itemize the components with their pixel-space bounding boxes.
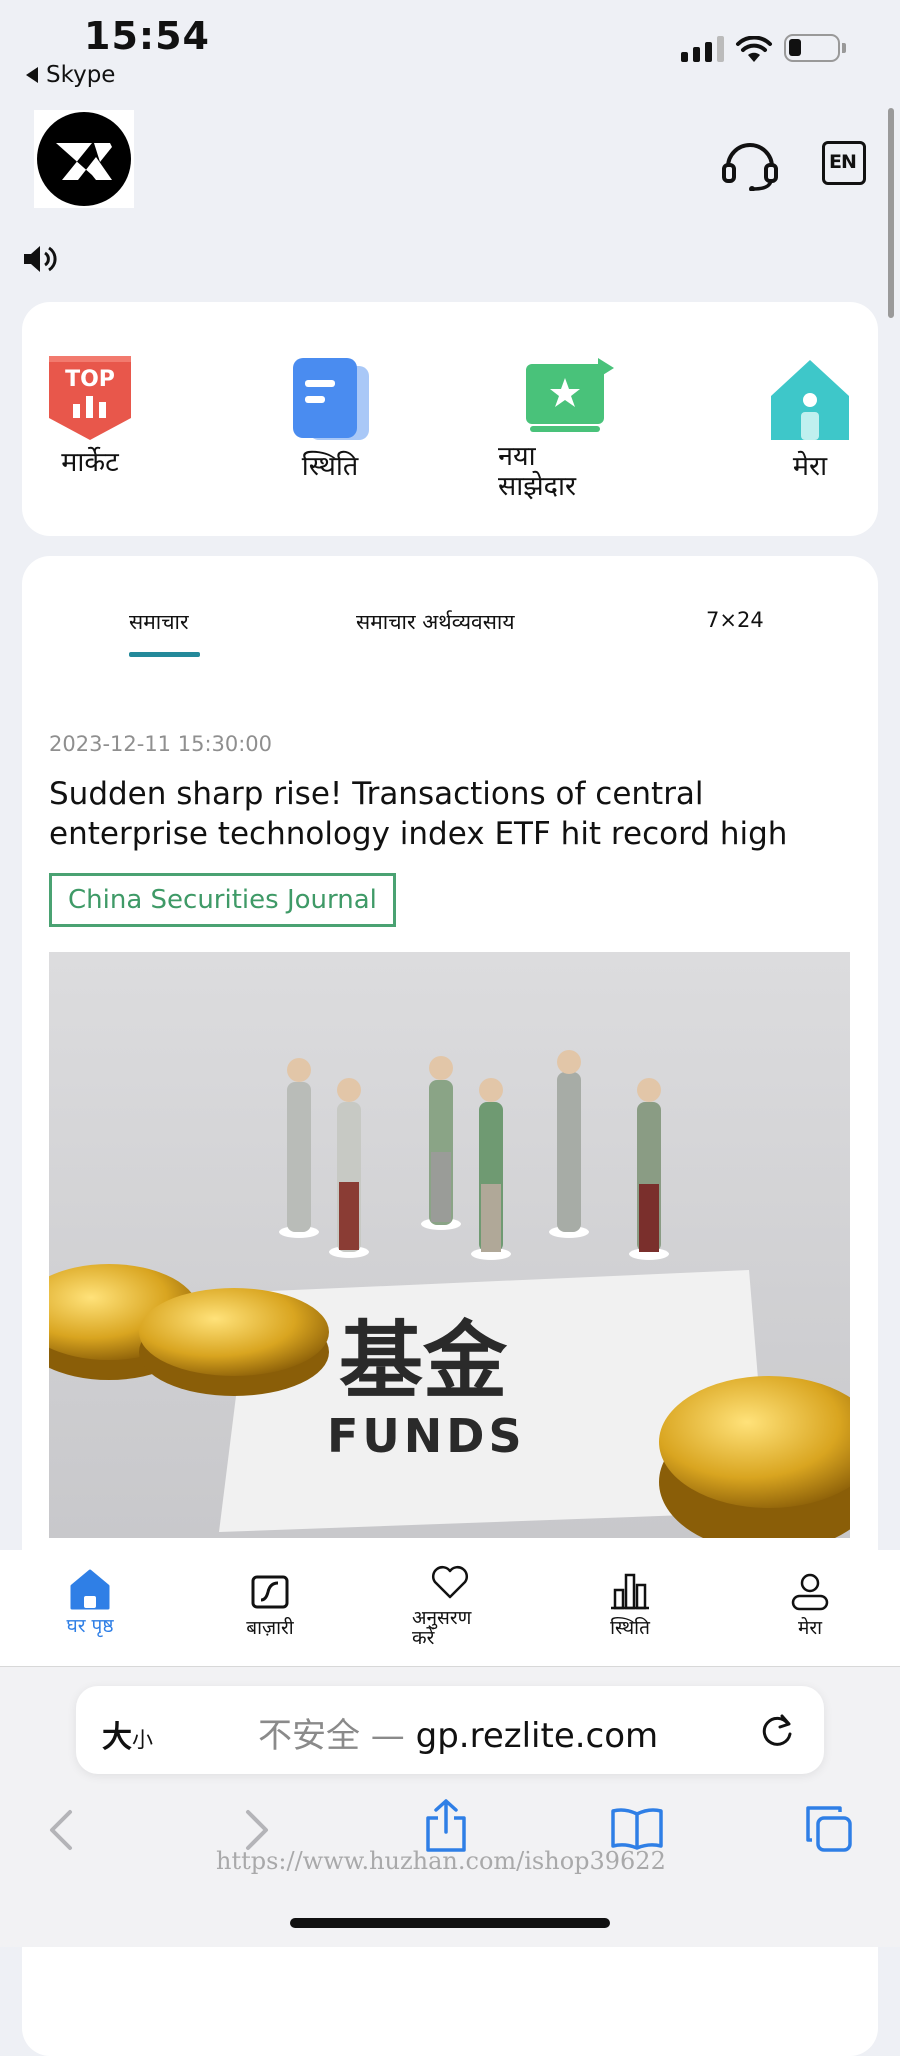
svg-text:TOP: TOP [65,367,115,392]
nav-label: घर पृष्ठ [66,1615,114,1637]
quick-link-mine[interactable]: मेरा [750,356,870,482]
speaker-icon[interactable] [22,244,58,274]
image-caption-cn: 基金 [339,1311,508,1410]
app-logo [34,110,134,208]
bar-chart-icon [611,1573,649,1610]
home-icon [70,1569,110,1610]
insecure-label: 不安全 — [258,1716,405,1756]
quick-link-status[interactable]: स्थिति [270,356,390,482]
news-date: 2023-12-11 15:30:00 [49,732,273,756]
chart-line-icon [251,1575,289,1609]
home-icon [771,360,849,440]
url-domain: gp.rezlite.com [415,1716,659,1756]
back-to-app-link[interactable]: Skype [26,62,115,88]
cellular-signal-icon [681,36,724,62]
news-source-tag: China Securities Journal [49,873,396,927]
news-title[interactable]: Sudden sharp rise! Transactions of centr… [49,774,829,854]
nav-market[interactable]: बाज़ारी [220,1574,320,1638]
nav-follow[interactable]: अनुसरण करें [400,1564,500,1648]
home-indicator[interactable] [290,1918,610,1928]
nav-label: मेरा [797,1617,823,1639]
nav-home[interactable]: घर पृष्ठ [40,1568,140,1636]
quick-link-market[interactable]: TOP मार्केट [30,352,150,478]
star-screen-icon [526,358,614,432]
tabs-icon[interactable] [804,1804,854,1854]
battery-tip [842,43,846,53]
url-display[interactable]: 不安全 — gp.rezlite.com [258,1708,658,1757]
reload-icon[interactable] [758,1712,796,1750]
language-button[interactable]: EN [822,141,866,185]
top-chart-icon: TOP [49,356,131,440]
text-size-small: 小 [132,1728,153,1752]
news-image[interactable]: 基金 FUNDS [49,952,850,1538]
share-icon[interactable] [424,1798,468,1854]
funds-photo: 基金 FUNDS [49,952,850,1538]
watermark-text: https://www.huzhan.com/ishop39622 [216,1847,666,1875]
scroll-indicator[interactable] [888,108,894,318]
nav-mine[interactable]: मेरा [760,1572,860,1638]
image-caption-en: FUNDS [327,1409,526,1463]
status-time: 15:54 [84,14,210,58]
tab-news[interactable]: समाचार [129,608,189,636]
nav-label: अनुसरण करें [412,1607,472,1649]
text-size-button[interactable]: 大小 [102,1712,153,1756]
active-tab-indicator [129,652,200,657]
quick-link-label: मेरा [792,451,828,482]
battery-icon [784,34,840,62]
wifi-icon [736,36,772,62]
quick-link-label: स्थिति [301,451,359,482]
nav-label: बाज़ारी [246,1617,294,1639]
document-icon [293,358,369,440]
quick-link-label: मार्केट [61,447,119,478]
user-icon [791,1573,829,1611]
text-size-big: 大 [102,1720,132,1755]
back-icon[interactable] [46,1808,76,1852]
back-triangle-icon [26,67,38,83]
forward-icon[interactable] [242,1808,272,1852]
nav-label: स्थिति [610,1617,650,1639]
headset-icon[interactable] [722,137,778,191]
language-label: EN [829,151,857,173]
tab-7x24[interactable]: 7×24 [706,608,764,632]
back-app-label: Skype [46,62,116,88]
tab-news-economy[interactable]: समाचार अर्थव्यवसाय [356,608,515,636]
quick-link-label: नया साझेदार [498,441,577,502]
bookmarks-icon[interactable] [610,1806,664,1850]
quick-link-new-partner[interactable]: नया साझेदार [498,356,628,502]
nav-status[interactable]: स्थिति [580,1572,680,1638]
heart-icon [432,1566,468,1599]
